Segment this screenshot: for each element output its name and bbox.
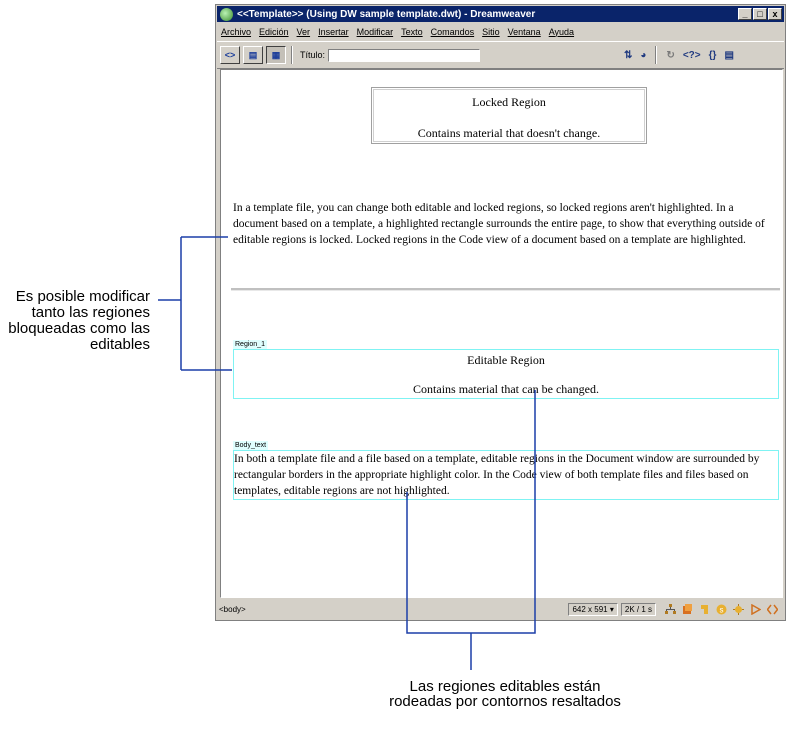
bottom-callout-line <box>406 390 536 670</box>
callout-leader-lines <box>158 236 536 670</box>
left-callout-line <box>158 236 232 371</box>
